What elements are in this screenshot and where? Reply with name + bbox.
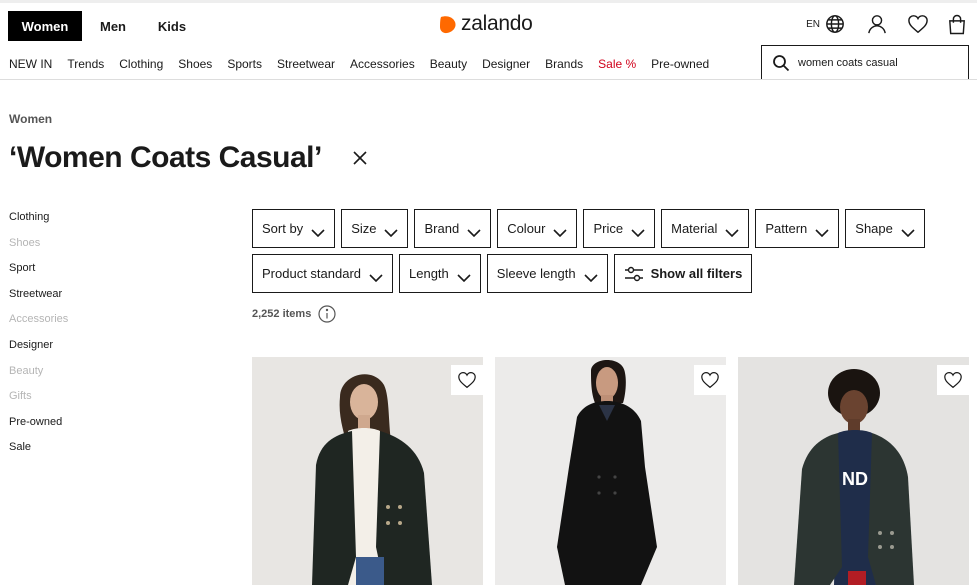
- product-image: ND: [794, 369, 914, 585]
- filter-label: Pattern: [765, 221, 808, 236]
- filter-label: Product standard: [262, 266, 362, 281]
- chevron-down-icon: [311, 225, 325, 237]
- sidebar-item-shoes: Shoes: [9, 236, 41, 249]
- filter-label: Colour: [507, 221, 546, 236]
- bag-icon[interactable]: [947, 13, 967, 35]
- show-all-filters-label: Show all filters: [650, 266, 743, 281]
- sidebar-item-designer[interactable]: Designer: [9, 339, 68, 365]
- product-image: [557, 360, 657, 585]
- filter-sleeve-length[interactable]: Sleeve length: [486, 254, 608, 293]
- filter-shape[interactable]: Shape: [845, 209, 925, 248]
- sidebar-item-beauty: Beauty: [9, 364, 44, 377]
- clear-search-close-icon[interactable]: [352, 150, 368, 166]
- tab-women[interactable]: Women: [8, 11, 82, 41]
- product-card[interactable]: [252, 357, 483, 585]
- filter-sliders-icon: [624, 266, 644, 282]
- nav-item-accessories[interactable]: Accessories: [350, 57, 415, 71]
- items-count: 2,252 items: [252, 305, 336, 323]
- nav-item-sports[interactable]: Sports: [227, 57, 262, 71]
- chevron-down-icon: [553, 225, 568, 237]
- nav-item-streetwear[interactable]: Streetwear: [277, 57, 335, 71]
- filter-colour[interactable]: Colour: [497, 209, 578, 248]
- filter-label: Material: [671, 221, 718, 236]
- header-divider: [0, 79, 977, 80]
- nav-item-sale[interactable]: Sale %: [598, 57, 636, 71]
- filter-label: Length: [409, 266, 449, 281]
- filter-brand[interactable]: Brand: [414, 209, 492, 248]
- chevron-down-icon: [901, 225, 915, 237]
- nav-item-pre-owned[interactable]: Pre-owned: [651, 57, 709, 71]
- filter-label: Brand: [424, 221, 460, 236]
- search-icon[interactable]: [772, 54, 790, 72]
- category-sidebar: Clothing Shoes Sport Streetwear Accessor…: [9, 211, 68, 467]
- nav-item-new-in[interactable]: NEW IN: [9, 57, 52, 71]
- chevron-down-icon: [384, 225, 399, 237]
- top-border: [0, 0, 977, 3]
- zalando-logo[interactable]: zalando: [438, 12, 533, 35]
- wishlist-heart-icon[interactable]: [937, 365, 969, 395]
- nav-item-brands[interactable]: Brands: [545, 57, 583, 71]
- sidebar-item-streetwear[interactable]: Streetwear: [9, 288, 68, 314]
- show-all-filters-button[interactable]: Show all filters: [613, 254, 753, 293]
- items-count-label: 2,252 items: [252, 308, 312, 320]
- filter-row-1: Sort by Size Brand Colour Price Material…: [252, 209, 962, 248]
- chevron-down-icon: [631, 225, 645, 237]
- nav-item-beauty[interactable]: Beauty: [430, 57, 467, 71]
- chevron-down-icon: [457, 270, 471, 282]
- filter-length[interactable]: Length: [399, 254, 481, 293]
- product-card[interactable]: ND: [738, 357, 969, 585]
- search-box[interactable]: [761, 45, 969, 80]
- account-icon[interactable]: [866, 13, 888, 35]
- filter-label: Sort by: [262, 221, 304, 236]
- filter-label: Sleeve length: [496, 266, 576, 281]
- sidebar-item-gifts: Gifts: [9, 390, 32, 403]
- filter-pattern[interactable]: Pattern: [755, 209, 840, 248]
- language-label[interactable]: EN: [806, 19, 820, 30]
- filter-material[interactable]: Material: [661, 209, 750, 248]
- product-card[interactable]: [495, 357, 726, 585]
- wishlist-heart-icon[interactable]: [451, 365, 483, 395]
- product-image: [312, 374, 432, 585]
- filter-label: Price: [593, 221, 624, 236]
- sidebar-item-clothing[interactable]: Clothing: [9, 211, 68, 237]
- sidebar-item-pre-owned[interactable]: Pre-owned: [9, 416, 68, 442]
- filter-label: Size: [351, 221, 377, 236]
- nav-item-shoes[interactable]: Shoes: [178, 57, 212, 71]
- chevron-down-icon: [815, 225, 829, 237]
- sidebar-item-sport[interactable]: Sport: [9, 262, 68, 288]
- sidebar-item-sale[interactable]: Sale: [9, 441, 68, 467]
- breadcrumb[interactable]: Women: [9, 112, 52, 126]
- category-nav: NEW IN Trends Clothing Shoes Sports Stre…: [9, 57, 724, 71]
- search-input[interactable]: [798, 56, 958, 69]
- chevron-down-icon: [583, 270, 598, 282]
- globe-icon[interactable]: [824, 13, 846, 35]
- info-icon[interactable]: [318, 305, 336, 323]
- logo-icon: [440, 16, 456, 34]
- gender-tabs: Women Men Kids: [8, 11, 200, 41]
- filter-row-2: Product standard Length Sleeve length Sh…: [252, 254, 962, 293]
- header-actions: EN: [806, 12, 967, 36]
- filter-price[interactable]: Price: [583, 209, 656, 248]
- logo-text: zalando: [461, 12, 533, 35]
- page-title: ‘Women Coats Casual’: [9, 141, 322, 174]
- sweater-lettering: ND: [842, 469, 868, 489]
- filter-size[interactable]: Size: [341, 209, 409, 248]
- filter-label: Shape: [855, 221, 893, 236]
- chevron-down-icon: [725, 225, 739, 237]
- nav-item-designer[interactable]: Designer: [482, 57, 530, 71]
- chevron-down-icon: [369, 270, 383, 282]
- sidebar-item-accessories: Accessories: [9, 313, 69, 326]
- filter-product-standard[interactable]: Product standard: [252, 254, 394, 293]
- wishlist-heart-icon[interactable]: [694, 365, 726, 395]
- chevron-down-icon: [467, 225, 481, 237]
- tab-kids[interactable]: Kids: [144, 11, 200, 41]
- filter-bar: Sort by Size Brand Colour Price Material…: [252, 209, 962, 299]
- tab-men[interactable]: Men: [82, 11, 144, 41]
- wishlist-icon[interactable]: [906, 13, 930, 35]
- filter-sort-by[interactable]: Sort by: [252, 209, 336, 248]
- nav-item-trends[interactable]: Trends: [67, 57, 104, 71]
- nav-item-clothing[interactable]: Clothing: [119, 57, 163, 71]
